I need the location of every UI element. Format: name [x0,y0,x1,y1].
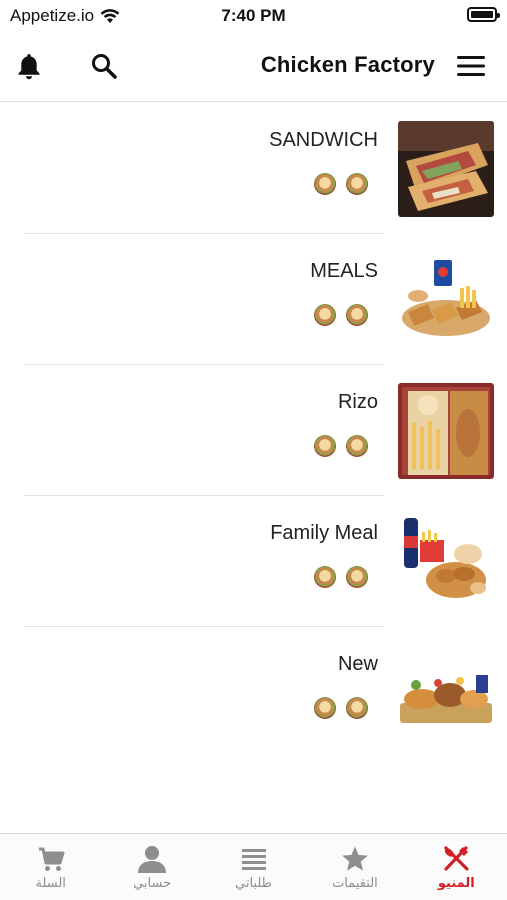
person-icon [137,844,167,874]
category-name: SANDWICH [269,129,378,151]
burger-badge-icon [346,566,368,588]
burger-badge-icon [314,435,336,457]
category-item-sandwich[interactable]: SANDWICH [0,103,507,234]
tab-cart[interactable]: السلة [0,834,101,900]
battery-icon [467,7,500,22]
bottom-tab-bar: السلة حسابي طلباتي التقيمات المنيو [0,833,507,900]
cart-icon [36,844,66,874]
category-badges [314,697,368,719]
fork-knife-icon [441,844,471,874]
burger-badge-icon [346,435,368,457]
hamburger-menu-icon[interactable] [455,50,487,82]
tab-label: المنيو [437,876,475,891]
burger-badge-icon [314,566,336,588]
status-bar: Appetize.io 7:40 PM [0,0,507,32]
tab-ratings[interactable]: التقيمات [304,834,405,900]
tab-label: طلباتي [235,876,273,891]
burger-badge-icon [346,173,368,195]
category-image-family-meal [398,514,494,610]
category-image-new [398,645,494,741]
tab-label: حسابي [133,876,172,891]
category-name: MEALS [310,260,378,282]
category-name: New [337,653,378,675]
tab-label: التقيمات [332,876,378,891]
bell-icon[interactable] [13,50,45,82]
burger-badge-icon [346,304,368,326]
tab-account[interactable]: حسابي [101,834,202,900]
tab-menu[interactable]: المنيو [406,834,507,900]
category-item-family-meal[interactable]: Family Meal [0,496,507,627]
category-list: SANDWICH MEALS Rizo Family Meal New [0,103,507,758]
app-title: Chicken Factory [260,52,435,77]
category-image-rizo [398,383,494,479]
category-badges [314,566,368,588]
category-image-meals [398,252,494,348]
category-badges [314,435,368,457]
category-item-rizo[interactable]: Rizo [0,365,507,496]
status-time: 7:40 PM [221,6,286,25]
category-name: Rizo [337,391,378,413]
list-icon [239,844,269,874]
category-image-sandwich [398,121,494,217]
burger-badge-icon [314,173,336,195]
search-icon[interactable] [88,50,120,82]
tab-label: السلة [35,876,66,891]
burger-badge-icon [346,697,368,719]
tab-orders[interactable]: طلباتي [203,834,304,900]
category-name: Family Meal [270,522,378,544]
category-badges [314,173,368,195]
burger-badge-icon [314,697,336,719]
star-icon [340,844,370,874]
category-badges [314,304,368,326]
app-header: Chicken Factory [0,32,507,102]
burger-badge-icon [314,304,336,326]
category-item-new[interactable]: New [0,627,507,758]
category-item-meals[interactable]: MEALS [0,234,507,365]
